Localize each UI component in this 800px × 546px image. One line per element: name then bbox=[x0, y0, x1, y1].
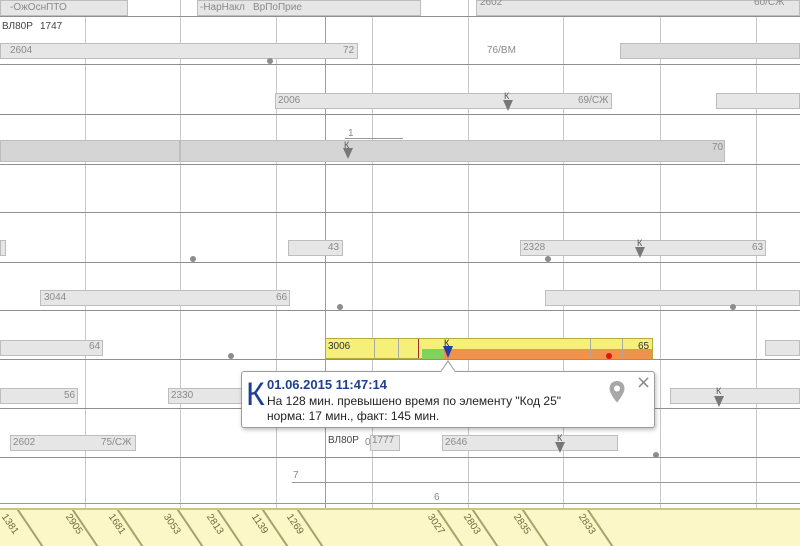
train-bar[interactable] bbox=[620, 43, 800, 59]
bar-divider bbox=[622, 339, 623, 358]
top-label: 60/СЖ bbox=[754, 0, 785, 8]
close-icon[interactable]: × bbox=[636, 373, 651, 393]
active-start-label: 3006 bbox=[328, 341, 351, 352]
train-bar[interactable] bbox=[0, 340, 103, 356]
track-line bbox=[0, 64, 800, 65]
loco-label: ВЛ80Р bbox=[328, 435, 359, 446]
train-bar[interactable] bbox=[0, 140, 180, 162]
k-marker[interactable] bbox=[503, 100, 513, 111]
active-train-bar[interactable]: 3006 65 К bbox=[325, 338, 653, 359]
train-label: 66 bbox=[276, 292, 288, 303]
track-line bbox=[0, 262, 800, 263]
train-bar[interactable] bbox=[670, 388, 800, 404]
grid-line bbox=[180, 0, 181, 544]
timeline-line bbox=[345, 138, 403, 139]
train-bar[interactable] bbox=[180, 140, 725, 162]
train-label: 72 bbox=[343, 45, 355, 56]
train-number: 1747 bbox=[40, 21, 63, 32]
train-label: 56 bbox=[64, 390, 76, 401]
top-bar[interactable] bbox=[476, 0, 800, 16]
track-line bbox=[0, 310, 800, 311]
train-label: 2602 bbox=[13, 437, 36, 448]
bottom-train-label: 2833 bbox=[575, 512, 598, 537]
popup-datetime: 01.06.2015 11:47:14 bbox=[267, 377, 387, 392]
grid-line bbox=[756, 0, 757, 544]
popup-message: На 128 мин. превышено время по элементу … bbox=[267, 394, 562, 408]
track-line bbox=[0, 16, 800, 17]
train-label: 2330 bbox=[171, 390, 194, 401]
train-bar[interactable] bbox=[0, 240, 6, 256]
bottom-train-label: 1681 bbox=[105, 512, 128, 537]
track-line bbox=[0, 457, 800, 458]
train-label: 2604 bbox=[10, 45, 33, 56]
grid-line bbox=[372, 0, 373, 544]
bar-divider bbox=[374, 339, 375, 358]
track-line bbox=[0, 164, 800, 165]
train-label: 64 bbox=[89, 341, 101, 352]
train-label: 2646 bbox=[445, 437, 468, 448]
location-pin-icon[interactable] bbox=[608, 380, 626, 404]
bottom-train-label: 2803 bbox=[460, 512, 483, 537]
bottom-band: 1381 2905 1681 3053 2813 1139 1269 3027 … bbox=[0, 508, 800, 546]
active-k-marker[interactable] bbox=[443, 346, 453, 358]
grid-line bbox=[85, 0, 86, 544]
train-label: 43 bbox=[328, 242, 340, 253]
loco-label: ВЛ80Р bbox=[2, 21, 33, 32]
train-label: 70 bbox=[712, 142, 724, 153]
track-line bbox=[0, 359, 800, 360]
grid-line bbox=[563, 0, 564, 544]
train-label: 63 bbox=[752, 242, 764, 253]
k-marker-label: К bbox=[716, 386, 722, 396]
k-marker[interactable] bbox=[555, 442, 565, 453]
train-label: 69/СЖ bbox=[578, 95, 609, 106]
grid-line bbox=[325, 0, 326, 544]
late-segment bbox=[422, 349, 444, 359]
top-label: 2602 bbox=[480, 0, 503, 8]
k-marker[interactable] bbox=[635, 247, 645, 258]
bottom-train-label: 1381 bbox=[0, 512, 21, 537]
popup-norm-fact: норма: 17 мин., факт: 145 мин. bbox=[267, 409, 440, 423]
bottom-train-label: 2835 bbox=[510, 512, 533, 537]
bar-divider bbox=[398, 339, 399, 358]
top-label: ВрПоПрие bbox=[253, 2, 302, 13]
train-label: 2006 bbox=[278, 95, 301, 106]
track-line bbox=[0, 212, 800, 213]
grid-line bbox=[468, 0, 469, 544]
train-label: 6 bbox=[434, 492, 440, 503]
train-label: 75/СЖ bbox=[101, 437, 132, 448]
grid-line bbox=[660, 0, 661, 544]
train-bar[interactable] bbox=[442, 435, 618, 451]
late-segment bbox=[444, 349, 652, 359]
train-label: 1777 bbox=[372, 435, 395, 446]
top-label: -ОжОснПТО bbox=[10, 2, 67, 13]
grid-line bbox=[276, 0, 277, 544]
train-label: 76/ВМ bbox=[487, 45, 516, 56]
delay-popup: К 01.06.2015 11:47:14 На 128 мин. превыш… bbox=[241, 371, 655, 428]
bottom-train-label: 3053 bbox=[160, 512, 183, 537]
timeline-line bbox=[0, 503, 800, 504]
train-label: 7 bbox=[293, 470, 299, 481]
popup-tail-inner bbox=[441, 362, 455, 372]
train-label: 2328 bbox=[523, 242, 546, 253]
bar-divider bbox=[418, 339, 419, 358]
train-label: 3044 bbox=[44, 292, 67, 303]
train-bar[interactable] bbox=[275, 93, 612, 109]
train-bar[interactable] bbox=[0, 43, 358, 59]
track-line bbox=[0, 114, 800, 115]
bar-divider bbox=[590, 339, 591, 358]
k-marker[interactable] bbox=[714, 396, 724, 407]
top-label: -НарНакл bbox=[200, 2, 245, 13]
train-bar[interactable] bbox=[545, 290, 800, 306]
train-bar[interactable] bbox=[716, 93, 800, 109]
active-end-label: 65 bbox=[638, 341, 650, 352]
train-bar[interactable] bbox=[765, 340, 800, 356]
timeline-line bbox=[292, 482, 800, 483]
k-marker[interactable] bbox=[343, 148, 353, 159]
popup-big-letter: К bbox=[246, 376, 265, 412]
train-bar[interactable] bbox=[40, 290, 290, 306]
